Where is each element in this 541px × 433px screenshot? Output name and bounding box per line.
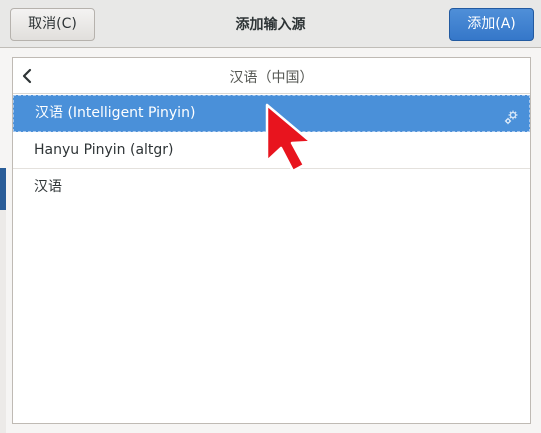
gear-icon[interactable] (503, 105, 521, 125)
list-item-label: 汉语 (34, 179, 62, 195)
list-item-label: Hanyu Pinyin (altgr) (34, 142, 174, 158)
list-header: 汉语（中国） (13, 58, 530, 94)
list-item-intelligent-pinyin[interactable]: 汉语 (Intelligent Pinyin) (13, 95, 530, 132)
background-window-edge-light (0, 210, 6, 433)
list-item-hanyu-pinyin-altgr[interactable]: Hanyu Pinyin (altgr) (13, 132, 530, 169)
add-button[interactable]: 添加(A) (449, 8, 534, 41)
input-source-list: 汉语（中国） 汉语 (Intelligent Pinyin) Hanyu Pin… (12, 57, 531, 424)
list-item-hanyu[interactable]: 汉语 (13, 169, 530, 206)
background-window-edge (0, 168, 6, 210)
list-item-label: 汉语 (Intelligent Pinyin) (35, 105, 196, 121)
header-bar: 取消(C) 添加输入源 添加(A) (0, 0, 541, 48)
language-title: 汉语（中国） (229, 70, 314, 86)
cancel-button[interactable]: 取消(C) (10, 8, 95, 41)
add-input-source-dialog: 取消(C) 添加输入源 添加(A) 汉语（中国） 汉语 (Intelligent… (0, 0, 541, 433)
